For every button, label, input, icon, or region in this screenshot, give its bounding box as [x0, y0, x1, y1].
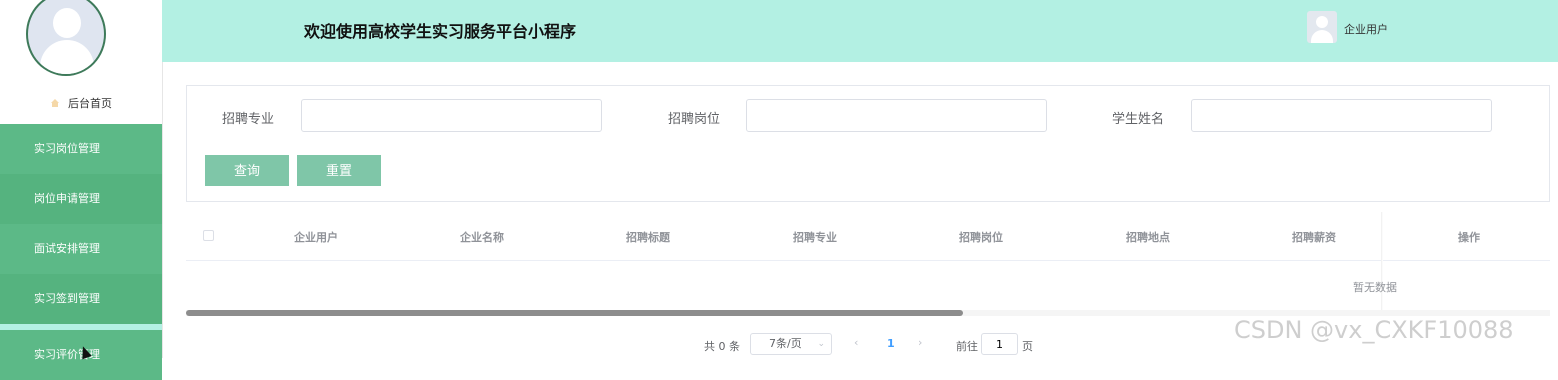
goto-page-input[interactable]: [981, 333, 1018, 355]
action-column-header: 操作: [1458, 231, 1480, 244]
column-header[interactable]: 招聘地点: [1098, 229, 1198, 245]
sidebar-item-signin[interactable]: 实习签到管理: [0, 274, 162, 324]
avatar-head: [53, 8, 81, 38]
data-table: 企业用户 企业名称 招聘标题 招聘专业 招聘岗位 招聘地点 招聘薪资 操作 暂无…: [186, 212, 1550, 316]
chevron-down-icon: ⌄: [817, 339, 825, 349]
home-label: 后台首页: [68, 97, 112, 110]
chevron-right-icon[interactable]: ›: [918, 336, 922, 349]
sidebar-home-link[interactable]: 后台首页: [0, 92, 162, 114]
avatar-head: [1316, 16, 1328, 28]
fixed-column-divider: [1381, 212, 1383, 316]
empty-data-text: 暂无数据: [1353, 281, 1397, 294]
major-input[interactable]: [301, 99, 602, 132]
horizontal-scrollbar-thumb[interactable]: [186, 310, 963, 316]
page-number-current[interactable]: 1: [887, 337, 895, 350]
sidebar-item-internship-posts[interactable]: 实习岗位管理: [0, 124, 162, 174]
reset-button[interactable]: 重置: [297, 155, 381, 186]
sidebar-item-interviews[interactable]: 面试安排管理: [0, 224, 162, 274]
column-header[interactable]: 招聘岗位: [931, 229, 1031, 245]
page-size-value: 7条/页: [769, 337, 802, 350]
column-header[interactable]: 招聘薪资: [1264, 229, 1364, 245]
total-count: 共 0 条: [704, 340, 740, 353]
table-header-row: 企业用户 企业名称 招聘标题 招聘专业 招聘岗位 招聘地点 招聘薪资 操作: [186, 212, 1550, 261]
student-name-label: 学生姓名: [1112, 112, 1165, 127]
search-panel: 招聘专业 招聘岗位 学生姓名 查询 重置: [186, 85, 1550, 202]
chevron-left-icon[interactable]: ‹: [854, 336, 858, 349]
avatar[interactable]: [26, 0, 106, 76]
column-header[interactable]: 招聘标题: [598, 229, 698, 245]
avatar-icon[interactable]: [1307, 11, 1337, 43]
position-input[interactable]: [746, 99, 1047, 132]
home-icon: [50, 98, 60, 108]
avatar-body: [1311, 30, 1333, 43]
user-name[interactable]: 企业用户: [1344, 21, 1388, 37]
select-all-checkbox[interactable]: [203, 230, 214, 241]
sidebar: 后台首页 实习岗位管理 岗位申请管理 面试安排管理 实习签到管理 实习评价管理: [0, 0, 163, 380]
goto-label: 前往: [956, 340, 978, 353]
column-header[interactable]: 企业用户: [266, 229, 366, 245]
position-label: 招聘岗位: [668, 112, 721, 127]
major-label: 招聘专业: [222, 112, 275, 127]
watermark: CSDN @vx_CXKF10088: [1234, 316, 1514, 344]
sidebar-item-applications[interactable]: 岗位申请管理: [0, 174, 162, 224]
query-button[interactable]: 查询: [205, 155, 289, 186]
page-size-select[interactable]: 7条/页 ⌄: [750, 333, 832, 355]
column-header[interactable]: 企业名称: [432, 229, 532, 245]
column-header[interactable]: 招聘专业: [765, 229, 865, 245]
page-unit-label: 页: [1022, 340, 1033, 353]
page-title: 欢迎使用高校学生实习服务平台小程序: [304, 22, 577, 41]
student-name-input[interactable]: [1191, 99, 1492, 132]
avatar-body: [40, 40, 94, 74]
top-header: 欢迎使用高校学生实习服务平台小程序 企业用户: [162, 0, 1558, 62]
